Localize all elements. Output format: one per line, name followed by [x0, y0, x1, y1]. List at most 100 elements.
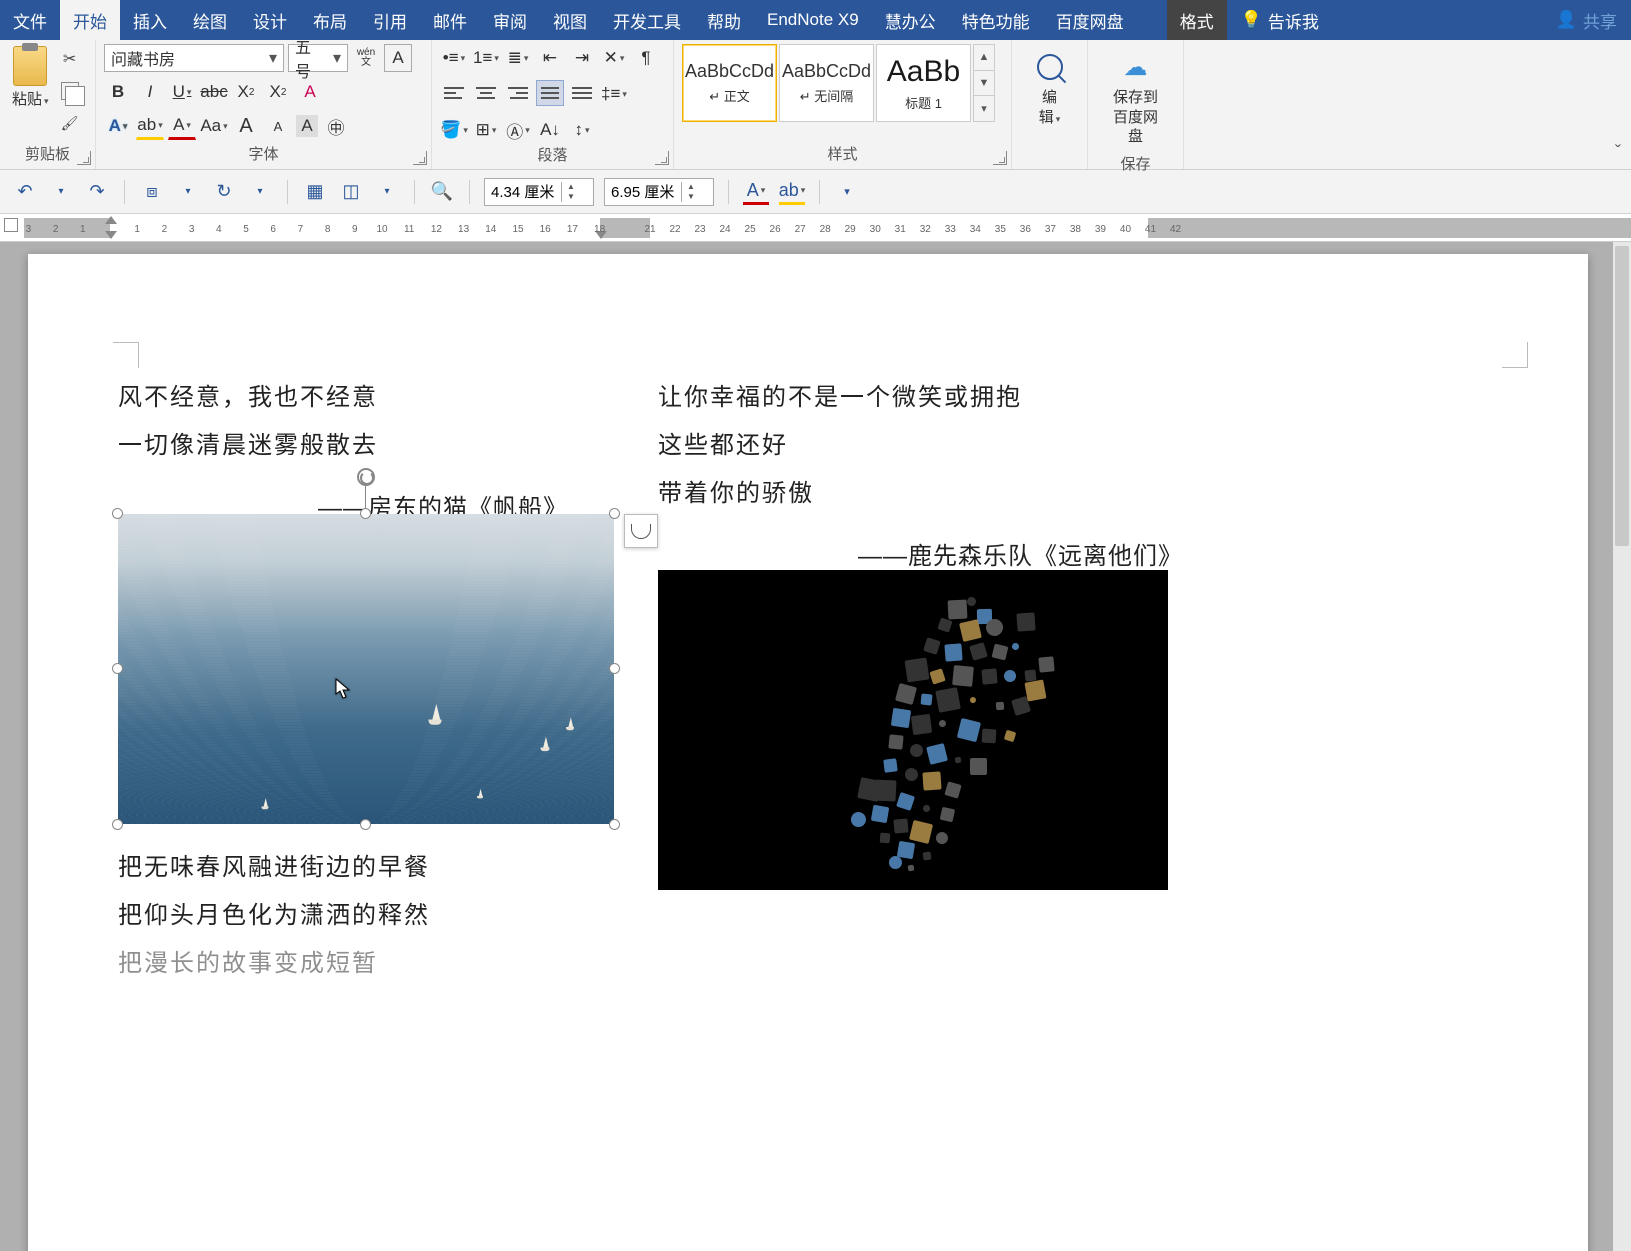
resize-handle-tr[interactable]	[609, 508, 620, 519]
align-right-button[interactable]	[504, 80, 532, 106]
resize-handle-tl[interactable]	[112, 508, 123, 519]
underline-button[interactable]: U	[168, 78, 196, 106]
picture-height-input[interactable]: ▲▼	[484, 178, 594, 206]
change-case-button[interactable]: Aa	[200, 112, 228, 140]
style-heading1[interactable]: AaBb 标题 1	[876, 44, 971, 122]
superscript-button[interactable]: X2	[264, 78, 292, 106]
phonetic-guide-button[interactable]: wén文	[352, 44, 380, 72]
show-marks-button[interactable]: ¶	[632, 44, 660, 72]
tab-picture-format[interactable]: 格式	[1167, 0, 1227, 40]
crop-tool-button[interactable]: ⧈	[139, 179, 165, 205]
tab-insert[interactable]: 插入	[120, 0, 180, 40]
scrollbar-thumb[interactable]	[1615, 246, 1629, 546]
collage-image[interactable]	[658, 570, 1168, 890]
vertical-scrollbar[interactable]	[1613, 242, 1631, 1251]
resize-handle-mr[interactable]	[609, 663, 620, 674]
horizontal-ruler[interactable]: 3211234567891011121314151617182122232425…	[0, 214, 1631, 242]
resize-handle-bm[interactable]	[360, 819, 371, 830]
bullets-button[interactable]: •≡	[440, 44, 468, 72]
layout-options-button[interactable]	[624, 514, 658, 548]
redo-button[interactable]: ↷	[84, 179, 110, 205]
cut-button[interactable]	[59, 48, 81, 70]
align-center-button[interactable]	[472, 80, 500, 106]
paragraph-dialog-launcher[interactable]	[655, 151, 669, 165]
rotate-handle[interactable]	[357, 468, 375, 486]
width-field[interactable]	[605, 183, 681, 200]
copy-button[interactable]	[59, 80, 81, 102]
tab-draw[interactable]: 绘图	[180, 0, 240, 40]
tab-help[interactable]: 帮助	[694, 0, 754, 40]
format-painter-button[interactable]	[59, 112, 81, 134]
undo-dropdown[interactable]: ▾	[48, 179, 74, 205]
strikethrough-button[interactable]: abc	[200, 78, 228, 106]
tab-review[interactable]: 审阅	[480, 0, 540, 40]
multilevel-list-button[interactable]: ≣	[504, 44, 532, 72]
numbering-button[interactable]: 1≡	[472, 44, 500, 72]
char-scale-button[interactable]: Ⓐ	[504, 116, 532, 144]
text-effects-button[interactable]: A	[104, 112, 132, 140]
line-spacing-button[interactable]: ‡≡	[600, 80, 628, 108]
borders-button[interactable]: ⊞	[472, 116, 500, 144]
subscript-button[interactable]: X2	[232, 78, 260, 106]
resize-handle-br[interactable]	[609, 819, 620, 830]
tab-home[interactable]: 开始	[60, 0, 120, 40]
gallery-down-icon[interactable]: ▼	[974, 71, 994, 97]
style-nospacing[interactable]: AaBbCcDd ↵ 无间隔	[779, 44, 874, 122]
resize-handle-bl[interactable]	[112, 819, 123, 830]
width-down[interactable]: ▼	[682, 192, 700, 202]
height-up[interactable]: ▲	[562, 182, 580, 192]
resize-handle-ml[interactable]	[112, 663, 123, 674]
increase-indent-button[interactable]: ⇥	[568, 44, 596, 72]
align-justify-button[interactable]	[536, 80, 564, 106]
asian-layout-button[interactable]: ✕	[600, 44, 628, 72]
crop-dropdown[interactable]: ▾	[175, 179, 201, 205]
resize-handle-tm[interactable]	[360, 508, 371, 519]
decrease-indent-button[interactable]: ⇤	[536, 44, 564, 72]
font-color-button[interactable]: A	[168, 112, 196, 140]
paste-button[interactable]: 粘贴	[8, 44, 53, 111]
rotate-dropdown[interactable]: ▾	[247, 179, 273, 205]
selected-picture[interactable]	[118, 514, 614, 824]
editing-button[interactable]: 编辑	[1020, 44, 1079, 133]
gallery-more-icon[interactable]: ▾	[974, 96, 994, 121]
height-down[interactable]: ▼	[562, 192, 580, 202]
tab-endnote[interactable]: EndNote X9	[754, 0, 872, 40]
align-left-button[interactable]	[440, 80, 468, 106]
tab-view[interactable]: 视图	[540, 0, 600, 40]
tab-design[interactable]: 设计	[240, 0, 300, 40]
height-field[interactable]	[485, 183, 561, 200]
tab-features[interactable]: 特色功能	[949, 0, 1043, 40]
highlight-button[interactable]: ab	[136, 112, 164, 140]
enclose-characters-button[interactable]: ㊥	[322, 112, 350, 140]
character-border-button[interactable]: A	[384, 44, 412, 72]
width-up[interactable]: ▲	[682, 182, 700, 192]
style-normal[interactable]: AaBbCcDd ↵ 正文	[682, 44, 777, 122]
tab-developer[interactable]: 开发工具	[600, 0, 694, 40]
document-area[interactable]: 风不经意，我也不经意 一切像清晨迷雾般散去 ——房东的猫《帆船》 让你幸福的不是…	[0, 242, 1631, 1251]
font-dialog-launcher[interactable]	[413, 151, 427, 165]
save-to-baidu-button[interactable]: ☁ 保存到百度网盘	[1096, 44, 1175, 153]
clear-formatting-button[interactable]: A	[296, 78, 324, 106]
tab-mailings[interactable]: 邮件	[420, 0, 480, 40]
tab-references[interactable]: 引用	[360, 0, 420, 40]
styles-gallery-scroll[interactable]: ▲ ▼ ▾	[973, 44, 995, 122]
picture-border-color-button[interactable]: A	[743, 179, 769, 205]
reset-picture-button[interactable]: ◫	[338, 179, 364, 205]
bold-button[interactable]: B	[104, 78, 132, 106]
align-distributed-button[interactable]	[568, 80, 596, 106]
change-text-direction-button[interactable]: ↕	[568, 116, 596, 144]
collapse-ribbon-button[interactable]: ˇ	[1615, 142, 1621, 163]
share-button[interactable]: 👤 共享	[1542, 0, 1631, 40]
picture-width-input[interactable]: ▲▼	[604, 178, 714, 206]
reset-dropdown[interactable]: ▾	[374, 179, 400, 205]
zoom-button[interactable]: 🔍	[429, 179, 455, 205]
shrink-font-button[interactable]: A	[264, 112, 292, 140]
qat-customize-button[interactable]: ▾	[834, 179, 860, 205]
compress-picture-button[interactable]: ▦	[302, 179, 328, 205]
character-shading-button[interactable]: A	[296, 115, 318, 137]
tab-file[interactable]: 文件	[0, 0, 60, 40]
undo-button[interactable]: ↶	[12, 179, 38, 205]
rotate-tool-button[interactable]: ↻	[211, 179, 237, 205]
grow-font-button[interactable]: A	[232, 112, 260, 140]
italic-button[interactable]: I	[136, 78, 164, 106]
